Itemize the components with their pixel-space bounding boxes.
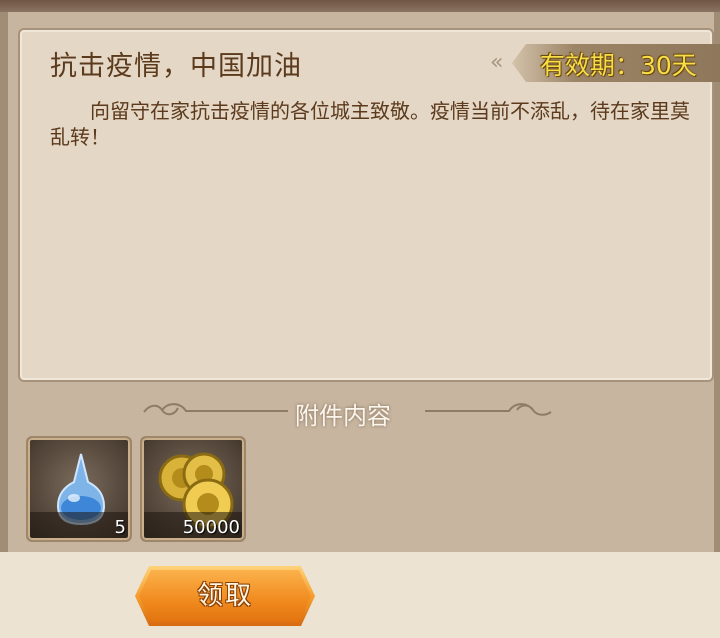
double-chevron-left-icon: « <box>490 50 504 75</box>
frame-right-edge <box>714 12 720 552</box>
claim-button[interactable]: 领取 <box>135 566 315 626</box>
claim-button-label: 领取 <box>196 581 253 611</box>
attachments-label: 附件内容 <box>295 402 391 430</box>
attachments-header: 附件内容 <box>140 394 560 430</box>
attachments-divider-right <box>425 410 495 412</box>
expiry-badge: « 有效期：30天 <box>490 44 720 82</box>
bottom-bar <box>0 552 720 638</box>
mail-title: 抗击疫情，中国加油 <box>50 51 302 82</box>
attachments-divider-left <box>200 410 288 412</box>
mail-body: 向留守在家抗击疫情的各位城主致敬。疫情当前不添乱，待在家里莫乱转！ <box>50 99 690 149</box>
item-count: 50000 <box>182 517 240 538</box>
right-ornament-icon <box>495 403 552 416</box>
attachment-item-gold[interactable]: 50000 <box>140 436 246 542</box>
item-count: 5 <box>114 517 126 538</box>
item-count-shade <box>30 512 128 538</box>
expiry-text: 有效期：30天 <box>540 51 697 80</box>
left-ornament-icon <box>143 403 200 416</box>
attachment-item-potion[interactable]: 5 <box>26 436 132 542</box>
frame-left-edge <box>0 12 8 552</box>
